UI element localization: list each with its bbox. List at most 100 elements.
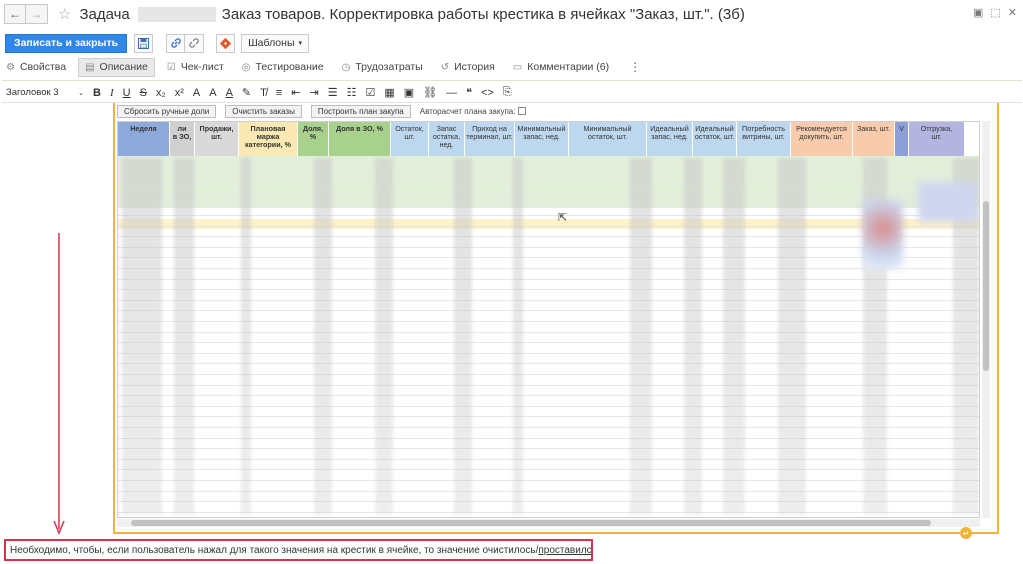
column-header: Доля, % — [298, 122, 329, 156]
chevron-down-icon: ⌄ — [78, 89, 84, 97]
blurred-column — [778, 158, 806, 514]
blurred-column — [684, 158, 702, 514]
save-close-button[interactable]: Записать и закрыть — [5, 33, 128, 53]
format-toolbar: Заголовок 3 ⌄ B I U S x₂ x² A A A ✎ T̸ ≡… — [2, 83, 1022, 103]
column-header: Идеальный остаток, шт. — [693, 122, 737, 156]
indent-button[interactable]: ⇥ — [310, 86, 319, 99]
column-header: Рекомендуется докупить, шт. — [791, 122, 853, 156]
tab-history[interactable]: ↺ История — [435, 58, 501, 77]
align-button[interactable]: ≡ — [276, 87, 282, 99]
tab-timesheet[interactable]: ◷ Трудозатраты — [336, 58, 429, 77]
bullet-list-button[interactable]: ☰ — [328, 86, 338, 99]
subscript-button[interactable]: x₂ — [156, 87, 166, 99]
font-family-button[interactable]: A — [209, 87, 216, 99]
link-icon[interactable] — [166, 33, 186, 53]
blurred-column — [241, 158, 251, 514]
title-bar: ← → ☆ Задача Заказ товаров. Корректировк… — [0, 0, 1023, 28]
templates-dropdown[interactable]: Шаблоны ▾ — [241, 33, 310, 53]
blurred-column — [174, 158, 194, 514]
tab-description[interactable]: ▤ Описание — [78, 57, 155, 77]
column-header: Плановая маржа категории, % — [239, 122, 298, 156]
column-header: Доля в ЗО, % — [329, 122, 391, 156]
image-button[interactable]: ▣ — [404, 86, 414, 99]
resize-handle-icon[interactable]: ↵ — [960, 527, 972, 539]
star-icon[interactable]: ☆ — [58, 5, 71, 23]
tab-label: Комментарии (6) — [527, 61, 610, 73]
nav-buttons: ← → — [4, 4, 48, 24]
annotation-arrow-icon — [53, 233, 65, 535]
tab-testing[interactable]: ◎ Тестирование — [236, 58, 330, 77]
font-size-button[interactable]: A — [193, 87, 200, 99]
link-button[interactable]: ⛓ — [423, 86, 437, 99]
blurred-column — [314, 158, 332, 514]
toolbar: Записать и закрыть Шаблоны ▾ — [0, 33, 310, 53]
template-insert-button[interactable]: ⎘ — [503, 86, 512, 99]
highlight-button[interactable]: ✎ — [242, 86, 251, 99]
save-icon[interactable] — [134, 33, 154, 53]
blurred-panel — [918, 182, 978, 222]
tab-label: Тестирование — [255, 61, 324, 73]
description-editor: Заголовок 3 ⌄ B I U S x₂ x² A A A ✎ T̸ ≡… — [2, 80, 1022, 564]
column-header: Минимальный остаток, шт. — [569, 122, 647, 156]
page-title: Задача Заказ товаров. Корректировка рабо… — [79, 6, 744, 23]
blurred-column — [723, 158, 745, 514]
column-header: Потребность витрины, шт. — [737, 122, 791, 156]
more-menu-icon[interactable]: ⋮ — [629, 60, 641, 74]
horizontal-scroll-thumb — [131, 520, 931, 526]
bold-button[interactable]: B — [93, 87, 101, 99]
column-header: Отгрузка, шт. — [909, 122, 965, 156]
underline-button[interactable]: U — [123, 87, 131, 99]
orders-table: Неделя ли в ЗО, Продажи, шт. Плановая маржа… — [117, 121, 980, 518]
annotation-text-before: Необходимо, чтобы, если пользователь наж… — [10, 544, 539, 556]
comment-icon: ▭ — [512, 61, 523, 73]
column-header: Неделя — [118, 122, 170, 156]
reset-shares-button: Сбросить ручные доли — [117, 104, 217, 118]
redacted-block — [137, 6, 216, 22]
save-icon[interactable]: ▣ — [973, 6, 983, 19]
checklist-button[interactable]: ☑ — [365, 86, 375, 99]
text-color-button[interactable]: A — [226, 87, 233, 99]
checklist-icon: ☑ — [166, 61, 176, 73]
horizontal-rule-button[interactable]: — — [446, 87, 457, 99]
heading-select[interactable]: Заголовок 3 ⌄ — [6, 87, 84, 98]
blurred-column — [513, 158, 523, 514]
back-icon[interactable]: ← — [4, 4, 26, 24]
autocalc-option: Авторасчет плана закупа: — [420, 107, 527, 116]
blurred-column — [122, 158, 162, 514]
superscript-button[interactable]: x² — [175, 87, 184, 99]
annotation-text[interactable]: Необходимо, чтобы, если пользователь наж… — [4, 539, 593, 561]
tab-properties[interactable]: ⚙ Свойства — [0, 58, 72, 77]
forward-icon[interactable]: → — [26, 4, 48, 24]
tab-checklist[interactable]: ☑ Чек-лист — [161, 58, 230, 77]
table-button[interactable]: ▦ — [384, 86, 394, 99]
build-plan-button: Построить план закупа — [310, 104, 411, 118]
blurred-column — [375, 158, 393, 514]
tab-label: Свойства — [19, 61, 67, 73]
italic-button[interactable]: I — [110, 87, 114, 99]
strikethrough-button[interactable]: S — [140, 87, 147, 99]
git-icon[interactable] — [216, 33, 236, 53]
close-icon[interactable]: ✕ — [1008, 6, 1017, 19]
numbered-list-button[interactable]: ☷ — [347, 86, 357, 99]
testing-icon: ◎ — [241, 61, 251, 73]
column-header: Остаток, шт. — [391, 122, 429, 156]
autocalc-label: Авторасчет плана закупа: — [419, 106, 516, 116]
column-header: Продажи, шт. — [195, 122, 239, 156]
templates-label: Шаблоны — [248, 37, 295, 49]
tab-comments[interactable]: ▭ Комментарии (6) — [507, 58, 615, 77]
column-header: Запас остатка, нед. — [429, 122, 465, 156]
vertical-scroll-thumb — [983, 201, 989, 371]
code-button[interactable]: <> — [481, 87, 494, 99]
unlink-icon[interactable] — [185, 33, 205, 53]
clock-icon: ◷ — [341, 61, 351, 73]
title-main: Заказ товаров. Корректировка работы крес… — [221, 5, 745, 23]
column-header: ли в ЗО, — [170, 122, 195, 156]
outdent-button[interactable]: ⇤ — [291, 86, 300, 99]
embedded-screenshot[interactable]: Сбросить ручные доли Очистить заказы Пос… — [113, 103, 999, 534]
maximize-icon[interactable]: ⬚ — [990, 6, 1000, 19]
window-icons: ▣ ⬚ ✕ — [973, 6, 1017, 19]
clear-format-button[interactable]: T̸ — [260, 87, 267, 99]
horizontal-scrollbar — [117, 519, 980, 527]
vertical-scrollbar — [982, 121, 990, 518]
quote-button[interactable]: ❝ — [466, 86, 472, 99]
